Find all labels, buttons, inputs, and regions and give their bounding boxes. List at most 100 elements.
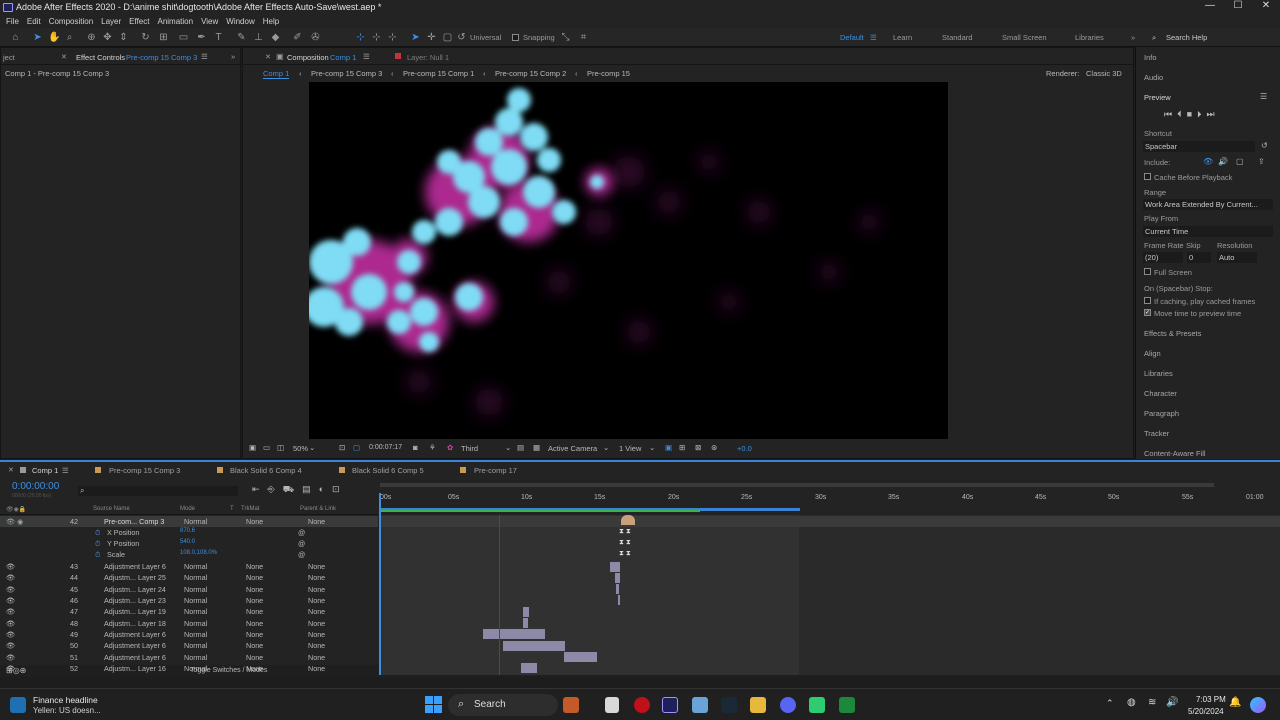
menu-edit[interactable]: Edit bbox=[27, 17, 41, 26]
news-widget-title[interactable]: Finance headline bbox=[33, 695, 98, 705]
notification-bell-icon[interactable]: 🔔 bbox=[1229, 697, 1241, 708]
composition-tab-link[interactable]: Comp 1 bbox=[330, 53, 356, 62]
puppet-tool-icon[interactable]: ✇ bbox=[310, 32, 321, 43]
layer-duration-bar[interactable] bbox=[618, 595, 620, 605]
menu-file[interactable]: File bbox=[6, 17, 19, 26]
brush-tool-icon[interactable]: ✎ bbox=[236, 32, 247, 43]
cache-checkbox[interactable] bbox=[1144, 173, 1151, 180]
view-layout-dropdown[interactable]: 1 View bbox=[619, 444, 641, 453]
after-effects-taskbar-icon[interactable] bbox=[662, 697, 678, 713]
layer-duration-bar[interactable] bbox=[564, 652, 597, 662]
stopwatch-icon[interactable]: ⏱ bbox=[95, 528, 101, 538]
eye-icon[interactable]: 👁 bbox=[6, 596, 15, 605]
layer-trkmat[interactable]: None bbox=[246, 664, 263, 673]
layer-name[interactable]: Adjustment Layer 6 bbox=[104, 630, 166, 639]
layer-trkmat[interactable]: None bbox=[246, 653, 263, 662]
current-time-indicator-value[interactable]: 0:00:00:00 bbox=[12, 481, 59, 492]
3d-select-icon[interactable]: ➤ bbox=[410, 32, 421, 43]
layer-row[interactable]: 👁 45 Adjustm... Layer 24 Normal None None bbox=[0, 584, 378, 595]
breadcrumb-precomp-15[interactable]: Pre-comp 15 bbox=[587, 69, 630, 78]
layer-trkmat[interactable]: None bbox=[246, 562, 263, 571]
parent-header[interactable]: Parent & Link bbox=[300, 506, 336, 512]
layer-switches-icons[interactable]: 👁 ◉ bbox=[6, 517, 23, 526]
paragraph-panel-header[interactable]: Paragraph bbox=[1144, 409, 1179, 418]
monitor-icon[interactable]: ▭ bbox=[263, 443, 270, 452]
time-ruler[interactable]: 00s 05s 10s 15s 20s 25s 30s 35s 40s 45s … bbox=[380, 481, 1275, 515]
breadcrumb-precomp-15-comp-1[interactable]: Pre-comp 15 Comp 1 bbox=[403, 69, 474, 78]
zoom-tool-icon[interactable]: ⌕ bbox=[64, 32, 75, 43]
layer-mode[interactable]: Normal bbox=[184, 630, 207, 639]
property-row[interactable]: ⏱ Y Position 540.0 @ bbox=[0, 538, 378, 549]
layer-parent[interactable]: None bbox=[308, 517, 325, 526]
layer-row[interactable]: 👁 48 Adjustm... Layer 18 Normal None None bbox=[0, 618, 378, 629]
file-explorer-icon[interactable] bbox=[750, 697, 766, 713]
app-icon[interactable] bbox=[809, 697, 825, 713]
breadcrumb-comp-1[interactable]: Comp 1 bbox=[263, 69, 290, 79]
layer-name[interactable]: Adjustment Layer 6 bbox=[104, 653, 166, 662]
menu-effect[interactable]: Effect bbox=[129, 17, 149, 26]
layer-mode[interactable]: Normal bbox=[184, 619, 207, 628]
layer-name[interactable]: Adjustm... Layer 23 bbox=[104, 596, 166, 605]
composition-tab[interactable]: Composition bbox=[287, 53, 329, 62]
timeline-tab-comp-1[interactable]: Comp 1 bbox=[32, 466, 58, 475]
property-value[interactable]: 870.6 bbox=[180, 528, 195, 534]
overflow-icon[interactable]: » bbox=[231, 52, 235, 61]
source-name-header[interactable]: Source Name bbox=[93, 506, 130, 512]
layer-trkmat[interactable]: None bbox=[246, 641, 263, 650]
layer-trkmat[interactable]: None bbox=[246, 517, 263, 526]
stopwatch-icon[interactable]: ⏱ bbox=[95, 550, 101, 560]
breadcrumb-precomp-15-comp-2[interactable]: Pre-comp 15 Comp 2 bbox=[495, 69, 566, 78]
workspace-small-screen[interactable]: Small Screen bbox=[1002, 33, 1047, 42]
zoom-dropdown[interactable]: 50% bbox=[293, 444, 308, 453]
close-icon[interactable]: ✕ bbox=[265, 53, 271, 61]
property-row[interactable]: ⏱ X Position 870.6 @ bbox=[0, 527, 378, 538]
view-axis-icon[interactable]: ⊹ bbox=[387, 32, 398, 43]
layer-parent[interactable]: None bbox=[308, 641, 325, 650]
rotate-tool-icon[interactable]: ↻ bbox=[140, 32, 151, 43]
align-panel-header[interactable]: Align bbox=[1144, 349, 1161, 358]
snap-options-icon[interactable]: ⤡ bbox=[560, 32, 571, 43]
layer-mode[interactable]: Normal bbox=[184, 517, 207, 526]
workspace-menu-icon[interactable]: ☰ bbox=[870, 33, 877, 42]
timeline-tab-black-solid-6-comp-4[interactable]: Black Solid 6 Comp 4 bbox=[230, 466, 302, 475]
weather-widget-icon[interactable] bbox=[10, 697, 26, 713]
full-screen-checkbox[interactable] bbox=[1144, 268, 1151, 275]
panel-menu-icon[interactable]: ☰ bbox=[62, 466, 69, 475]
anchor-tool-icon[interactable]: ⊞ bbox=[158, 32, 169, 43]
timeline-switch-icons[interactable]: ⇤⎆⛟▤◐⊡ bbox=[252, 484, 348, 496]
photos-icon[interactable] bbox=[692, 697, 708, 713]
workspace-learn[interactable]: Learn bbox=[893, 33, 912, 42]
minimize-button[interactable]: — bbox=[1196, 0, 1224, 15]
layer-mode[interactable]: Normal bbox=[184, 562, 207, 571]
search-help-icon[interactable]: ⌕ bbox=[1152, 33, 1156, 43]
property-value[interactable]: 108.0,108.0% bbox=[180, 550, 217, 556]
transparency-grid-icon[interactable]: ▦ bbox=[533, 443, 540, 452]
layer-parent[interactable]: None bbox=[308, 653, 325, 662]
info-panel-header[interactable]: Info bbox=[1144, 53, 1157, 62]
layer-mode[interactable]: Normal bbox=[184, 607, 207, 616]
layer-duration-bar[interactable] bbox=[503, 641, 565, 651]
toggle-pixel-aspect-icon[interactable]: ▣ bbox=[665, 443, 672, 452]
keyframe-marker[interactable] bbox=[621, 515, 635, 525]
time-navigator-bar[interactable] bbox=[380, 483, 1214, 487]
snap-grid-icon[interactable]: ⌗ bbox=[578, 32, 589, 43]
opera-icon[interactable] bbox=[634, 697, 650, 713]
move-time-checkbox[interactable]: ✓ bbox=[1144, 309, 1151, 316]
keyframe-icon[interactable]: ⧗ ⧗ bbox=[619, 550, 631, 558]
taskbar-date[interactable]: 5/20/2024 bbox=[1188, 707, 1224, 716]
breadcrumb-precomp-15-comp-3[interactable]: Pre-comp 15 Comp 3 bbox=[311, 69, 382, 78]
preview-panel-header[interactable]: Preview bbox=[1144, 93, 1171, 102]
layer-mode[interactable]: Normal bbox=[184, 653, 207, 662]
layer-parent[interactable]: None bbox=[308, 596, 325, 605]
stopwatch-icon[interactable]: ⏱ bbox=[95, 539, 101, 549]
camera-dropdown[interactable]: Active Camera bbox=[548, 444, 597, 453]
property-row[interactable]: ⏱ Scale 108.0,108.0% @ bbox=[0, 549, 378, 560]
eye-icon[interactable]: 👁 bbox=[6, 653, 15, 662]
layer-name[interactable]: Pre-com... Comp 3 bbox=[104, 517, 164, 526]
timeline-search-input[interactable]: ⌕ bbox=[78, 486, 238, 496]
flowchart-icon[interactable]: ⊠ bbox=[695, 443, 701, 452]
layer-parent[interactable]: None bbox=[308, 619, 325, 628]
selected-layer-bar[interactable] bbox=[379, 516, 1280, 527]
pickwhip-icon[interactable]: @ bbox=[298, 539, 305, 548]
layer-tab[interactable]: Layer: Null 1 bbox=[407, 53, 449, 62]
